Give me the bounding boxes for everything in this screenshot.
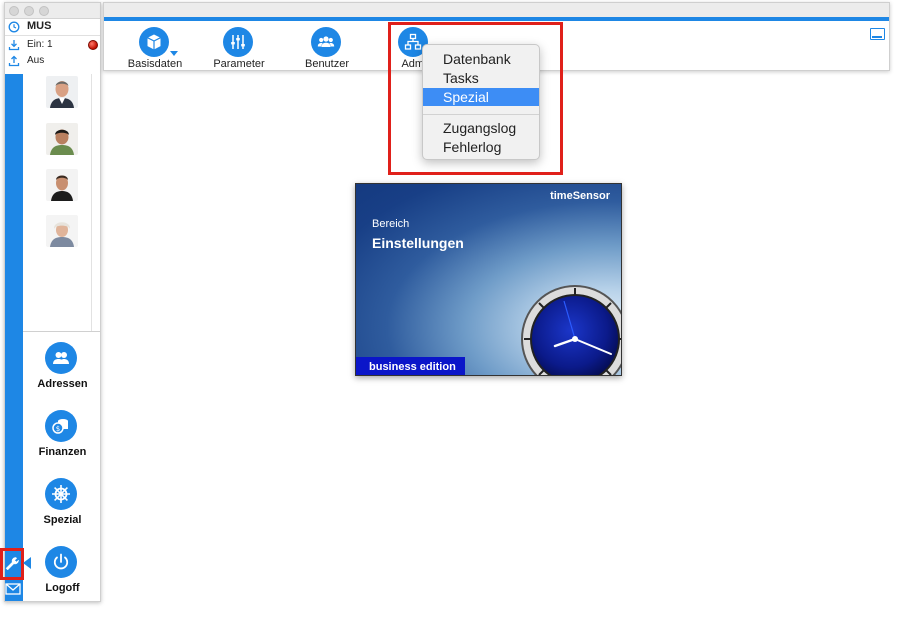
toolbar-accent-line <box>104 17 889 21</box>
nav-label: Spezial <box>43 514 82 526</box>
user-row: MUS <box>5 19 100 35</box>
divider <box>5 35 100 36</box>
wrench-button[interactable] <box>0 548 24 580</box>
people-icon <box>45 342 77 374</box>
toolbar-label: Benutzer <box>304 58 350 70</box>
toolbar-label: Parameter <box>213 58 265 70</box>
sliders-icon <box>223 27 253 57</box>
checkin-label: Ein: 1 <box>27 39 53 50</box>
status-indicator <box>88 40 98 50</box>
expand-arrow[interactable] <box>23 557 31 569</box>
section-title: Einstellungen <box>372 235 464 251</box>
sidebar-accent-strip <box>5 74 23 601</box>
brand-logo: timeSensor <box>550 190 610 202</box>
nav-spezial-button[interactable]: Spezial <box>23 478 100 540</box>
svg-text:$: $ <box>56 425 60 433</box>
divider <box>91 74 92 332</box>
nav-label: Adressen <box>37 378 88 390</box>
avatar[interactable] <box>46 215 78 247</box>
avatar[interactable] <box>46 169 78 201</box>
logoff-button[interactable]: Logoff <box>23 546 100 601</box>
clock-icon <box>8 21 20 33</box>
power-icon <box>45 546 77 578</box>
coins-icon: $ <box>45 410 77 442</box>
toolbar-label: Basisdaten <box>127 58 183 70</box>
nav-label: Finanzen <box>38 446 87 458</box>
ship-wheel-icon <box>45 478 77 510</box>
sidebar-window: MUS Ein: 1 Aus Adressen $ Finanzen Spezi… <box>4 2 101 602</box>
toolbar-benutzer-button[interactable]: Benutzer <box>287 27 367 71</box>
avatar[interactable] <box>46 123 78 155</box>
nav-finanzen-button[interactable]: $ Finanzen <box>23 410 100 472</box>
upload-icon <box>8 55 20 67</box>
toolbar-titlebar <box>104 3 889 17</box>
wrench-icon <box>5 557 19 571</box>
checkin-row[interactable]: Ein: 1 <box>5 37 100 53</box>
divider <box>23 331 100 332</box>
chevron-down-icon[interactable] <box>170 51 178 56</box>
minimize-window-button[interactable] <box>24 6 34 16</box>
checkout-row[interactable]: Aus <box>5 53 100 69</box>
clock-icon <box>521 285 621 375</box>
sidebar-titlebar <box>5 3 100 19</box>
highlight-annotation <box>388 22 563 175</box>
toolbar-basisdaten-button[interactable]: Basisdaten <box>115 27 195 71</box>
zoom-window-button[interactable] <box>39 6 49 16</box>
nav-adressen-button[interactable]: Adressen <box>23 342 100 404</box>
window-toggle-icon[interactable] <box>870 28 885 40</box>
mail-icon[interactable] <box>5 582 21 596</box>
edition-label: business edition <box>356 357 465 375</box>
close-window-button[interactable] <box>9 6 19 16</box>
download-icon <box>8 39 20 51</box>
avatar[interactable] <box>46 76 78 108</box>
nav-label: Logoff <box>45 582 80 594</box>
user-code: MUS <box>27 20 52 32</box>
toolbar-parameter-button[interactable]: Parameter <box>199 27 279 71</box>
section-label: Bereich <box>372 218 410 230</box>
cube-icon <box>139 27 169 57</box>
splash-banner: timeSensor Bereich Einstellungen busines… <box>355 183 622 376</box>
checkout-label: Aus <box>27 55 45 66</box>
users-icon <box>311 27 341 57</box>
